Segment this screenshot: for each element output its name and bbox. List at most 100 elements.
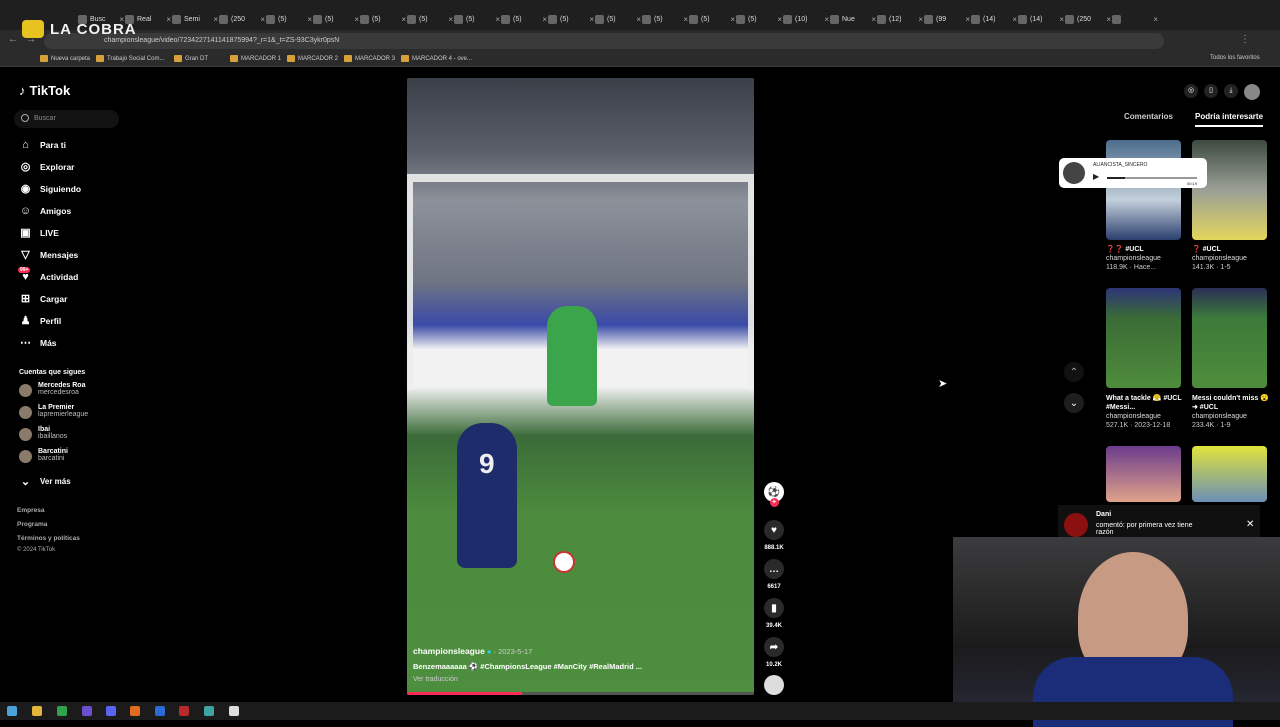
all-bookmarks[interactable]: Todos los favoritos	[1210, 55, 1260, 61]
close-tab-icon[interactable]: ×	[777, 15, 782, 24]
follow-plus-icon[interactable]: +	[769, 498, 779, 507]
bookmark-item[interactable]: Trabajo Social Com...	[96, 55, 164, 62]
close-tab-icon[interactable]: ×	[824, 15, 829, 24]
suggested-video-caption[interactable]: ❓ #UCL championsleague 141.3K · 1-5	[1192, 245, 1272, 272]
creator-avatar-button[interactable]: ⚽ +	[764, 482, 784, 507]
video-account[interactable]: championsleague	[413, 646, 485, 656]
suggested-video-thumb[interactable]	[1106, 446, 1181, 502]
bookmark-item[interactable]: Gran DT	[174, 55, 208, 62]
close-tab-icon[interactable]: ×	[1153, 15, 1158, 24]
browser-tab[interactable]: (99 ×	[924, 10, 970, 28]
browser-tab[interactable]: (5) ×	[548, 10, 594, 28]
close-tab-icon[interactable]: ×	[918, 15, 923, 24]
previous-video-button[interactable]: ⌃	[1064, 362, 1084, 382]
search-input[interactable]: Buscar	[14, 110, 119, 128]
close-tab-icon[interactable]: ×	[730, 15, 735, 24]
browser-tab[interactable]: (14) ×	[971, 10, 1017, 28]
app-icon[interactable]	[82, 706, 92, 716]
close-tab-icon[interactable]: ×	[871, 15, 876, 24]
close-tab-icon[interactable]: ×	[401, 15, 406, 24]
browser-tab[interactable]: (5) ×	[313, 10, 359, 28]
app-icon[interactable]	[130, 706, 140, 716]
bookmark-item[interactable]: Nueva carpeta	[40, 55, 90, 62]
followed-account[interactable]: La Premier lapremierleague	[19, 404, 88, 419]
suggested-video-thumb[interactable]	[1106, 140, 1181, 240]
footer-link[interactable]: Términos y políticas	[17, 535, 80, 542]
suggested-video-caption[interactable]: Messi couldn't miss 😮 ➜ #UCL championslea…	[1192, 394, 1272, 430]
followed-account[interactable]: Mercedes Roa mercedesroa	[19, 382, 85, 397]
footer-link[interactable]: Programa	[17, 521, 47, 528]
suggested-video-thumb[interactable]	[1192, 140, 1267, 240]
tiktok-logo[interactable]: ♪ TikTok	[19, 83, 70, 98]
suggested-video-caption[interactable]: ❓❓ #UCL championsleague 118.9K · Hace...	[1106, 245, 1186, 272]
sidebar-item-perfil[interactable]: ♟ Perfil	[19, 314, 62, 327]
close-tab-icon[interactable]: ×	[260, 15, 265, 24]
sidebar-item-explorar[interactable]: ◎ Explorar	[19, 160, 75, 173]
music-disc-button[interactable]	[764, 675, 784, 695]
close-tab-icon[interactable]: ×	[448, 15, 453, 24]
sidebar-item-mensajes[interactable]: ▽ Mensajes	[19, 248, 78, 261]
app-icon[interactable]	[204, 706, 214, 716]
browser-tab[interactable]: (5) ×	[689, 10, 735, 28]
followed-account[interactable]: Ibai ibaillanos	[19, 426, 67, 441]
close-tab-icon[interactable]: ×	[965, 15, 970, 24]
close-tab-icon[interactable]: ×	[589, 15, 594, 24]
close-tab-icon[interactable]: ×	[213, 15, 218, 24]
close-tab-icon[interactable]: ×	[354, 15, 359, 24]
footer-link[interactable]: Empresa	[17, 507, 44, 514]
browser-tab[interactable]: (250 ×	[1065, 10, 1111, 28]
user-avatar[interactable]	[1244, 84, 1260, 100]
play-icon[interactable]: ▶	[1093, 172, 1099, 181]
close-icon[interactable]: ✕	[1246, 519, 1254, 530]
close-tab-icon[interactable]: ×	[636, 15, 641, 24]
audio-progress-bar[interactable]	[1107, 177, 1197, 179]
browser-tab[interactable]: (10) ×	[783, 10, 829, 28]
url-input[interactable]: championsleague/video/723422714114187599…	[44, 33, 1164, 49]
close-tab-icon[interactable]: ×	[1059, 15, 1064, 24]
close-tab-icon[interactable]: ×	[1106, 15, 1111, 24]
suggested-video-thumb[interactable]	[1106, 288, 1181, 388]
close-tab-icon[interactable]: ×	[683, 15, 688, 24]
browser-tab[interactable]: (5) ×	[360, 10, 406, 28]
browser-tab[interactable]: Nue ×	[830, 10, 876, 28]
sidebar-item-siguiendo[interactable]: ◉ Siguiendo	[19, 182, 81, 195]
browser-menu-icon[interactable]: ⋮	[1240, 34, 1250, 45]
chrome-icon[interactable]	[57, 706, 67, 716]
start-icon[interactable]	[7, 706, 17, 716]
bookmark-item[interactable]: MARCADOR 3	[344, 55, 395, 62]
next-video-button[interactable]: ⌄	[1064, 393, 1084, 413]
browser-tab[interactable]: (5) ×	[501, 10, 547, 28]
browser-tab[interactable]: (5) ×	[595, 10, 641, 28]
browser-tab[interactable]: ×	[1112, 10, 1158, 28]
bookmark-item[interactable]: MARCADOR 4 - ove...	[401, 55, 472, 62]
browser-tab[interactable]: Semi ×	[172, 10, 218, 28]
sidebar-item-amigos[interactable]: ☺ Amigos	[19, 204, 71, 217]
app-icon[interactable]	[229, 706, 239, 716]
suggested-video-thumb[interactable]	[1192, 446, 1267, 502]
suggested-video-caption[interactable]: What a tackle 😤 #UCL #Messi... championsl…	[1106, 394, 1186, 430]
browser-tab[interactable]: (5) ×	[454, 10, 500, 28]
phone-icon[interactable]: ▯	[1204, 84, 1218, 98]
browser-tab[interactable]: (5) ×	[642, 10, 688, 28]
close-tab-icon[interactable]: ×	[166, 15, 171, 24]
tab-comments[interactable]: Comentarios	[1124, 112, 1173, 121]
sidebar-item-live[interactable]: ▣ LIVE	[19, 226, 59, 239]
compass-icon[interactable]: ◎	[1184, 84, 1198, 98]
close-tab-icon[interactable]: ×	[495, 15, 500, 24]
tab-suggested[interactable]: Podría interesarte	[1195, 112, 1264, 127]
file-explorer-icon[interactable]	[32, 706, 42, 716]
back-icon[interactable]: ←	[8, 34, 18, 45]
bookmark-item[interactable]: MARCADOR 2	[287, 55, 338, 62]
discord-icon[interactable]	[106, 706, 116, 716]
video-progress-bar[interactable]	[407, 692, 754, 695]
video-player[interactable]: 9 championsleague ● · 2023-5-17 Benzemaa…	[407, 78, 754, 695]
browser-tab[interactable]: (250 ×	[219, 10, 265, 28]
sidebar-item-actividad[interactable]: ♥ 99+ Actividad	[18, 267, 78, 283]
translate-link[interactable]: Ver traducción	[413, 676, 743, 683]
share-button[interactable]: ➦ 10.2K	[764, 637, 784, 668]
close-tab-icon[interactable]: ×	[1012, 15, 1017, 24]
sidebar-item-más[interactable]: ⋯ Más	[19, 336, 57, 349]
browser-tab[interactable]: (5) ×	[407, 10, 453, 28]
sidebar-item-cargar[interactable]: ⊞ Cargar	[19, 292, 68, 305]
browser-tab[interactable]: (12) ×	[877, 10, 923, 28]
